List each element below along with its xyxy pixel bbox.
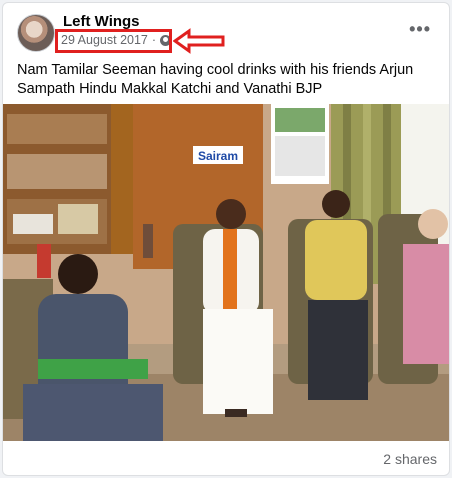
post-header: Left Wings 29 August 2017 · •••	[3, 3, 449, 59]
post-card: Left Wings 29 August 2017 · ••• Nam Tami…	[2, 2, 450, 476]
more-options-icon[interactable]: •••	[409, 19, 431, 40]
annotation-highlight-box	[55, 29, 172, 53]
post-photo[interactable]: Sairam	[3, 104, 449, 441]
post-footer: 2 shares	[3, 443, 449, 475]
post-text: Nam Tamilar Seeman having cool drinks wi…	[17, 62, 414, 97]
sign-text: Sairam	[198, 149, 238, 163]
shares-count[interactable]: 2 shares	[383, 451, 437, 467]
author-avatar[interactable]	[17, 14, 55, 52]
annotation-arrow-icon	[173, 28, 225, 54]
author-name[interactable]: Left Wings	[63, 13, 140, 30]
